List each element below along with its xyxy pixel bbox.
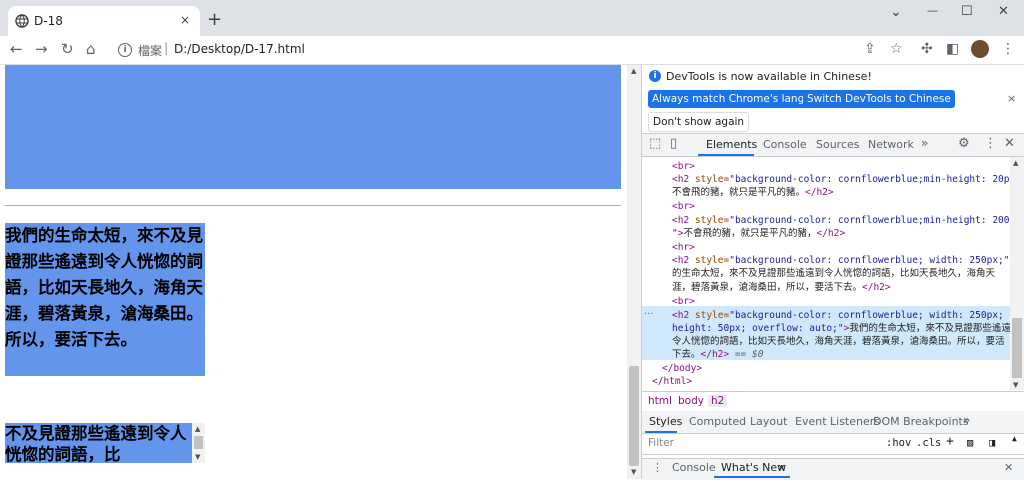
elements-scroll-up-icon[interactable]: ▲ [1013, 159, 1018, 167]
url-separator: | [164, 41, 169, 56]
tree-node: ">不會飛的豬，就只是平凡的豬，</h2> [672, 228, 846, 239]
filter-scroll-up-icon[interactable]: ▲ [1012, 434, 1017, 443]
whats-new-underline [714, 476, 790, 478]
globe-icon [15, 14, 29, 28]
dont-show-again-button[interactable]: Don't show again [648, 112, 750, 132]
tab-title: D-18 [34, 14, 63, 28]
restore-button[interactable]: ☐ [961, 4, 973, 19]
url-scheme: 檔案 [138, 44, 163, 58]
info-icon: i [649, 70, 661, 82]
menu-icon[interactable]: ⋮ [1001, 41, 1015, 57]
tree-node[interactable]: <br> [672, 160, 1010, 174]
elements-scroll-thumb[interactable] [1012, 318, 1022, 378]
devtools-menu-icon[interactable]: ⋮ [984, 136, 997, 151]
tree-node: 不會飛的豬，就只是平凡的豬。</h2> [672, 187, 834, 198]
cls-toggle[interactable]: .cls [916, 437, 941, 449]
tab-console[interactable]: Console [763, 138, 807, 151]
settings-gear-icon[interactable]: ⚙ [958, 136, 970, 151]
tab-search-icon[interactable]: ⌄ [890, 4, 902, 20]
side-panel-icon[interactable]: ◧ [946, 41, 959, 57]
minimize-button[interactable]: — [927, 4, 938, 17]
new-style-rule-icon[interactable]: + [946, 434, 954, 449]
crumb-html[interactable]: html [648, 395, 672, 407]
h2-scrollable[interactable]: 不及見證那些遙遠到令人恍惚的詞語，比 [5, 423, 192, 463]
extensions-icon[interactable]: ✣ [921, 41, 933, 57]
tab-computed[interactable]: Computed [689, 415, 746, 428]
h2-width-250: 我們的生命太短，來不及見證那些遙遠到令人恍惚的詞語，比如天長地久，海角天涯，碧落… [5, 223, 205, 376]
devtools-close-icon[interactable]: ✕ [1004, 136, 1015, 151]
tab-event-listeners[interactable]: Event Listeners [795, 415, 880, 428]
hov-toggle[interactable]: :hov [886, 437, 911, 449]
share-icon[interactable]: ⇪ [864, 41, 876, 57]
tree-node: 涯，碧落黃泉，滄海桑田，所以，要活下去。</h2> [672, 282, 891, 293]
computed-sidebar-icon[interactable]: ◨ [989, 437, 995, 449]
new-tab-button[interactable]: + [207, 9, 222, 30]
drawer-menu-icon[interactable]: ⋮ [652, 461, 663, 474]
close-window-button[interactable]: ✕ [998, 4, 1009, 19]
elements-tab-underline [698, 154, 754, 156]
page-scroll-thumb[interactable] [629, 366, 639, 466]
scroll-up-arrow-icon[interactable]: ▲ [195, 425, 200, 433]
page-scroll-down-icon[interactable]: ▼ [631, 468, 636, 476]
tab-styles[interactable]: Styles [649, 415, 682, 428]
tab-elements[interactable]: Elements [706, 138, 757, 151]
profile-avatar[interactable] [971, 40, 989, 58]
elements-tree: <br> <h2 style="background-color: cornfl… [642, 157, 1010, 390]
address-bar-url[interactable]: D:/Desktop/D-17.html [174, 42, 305, 56]
bookmark-star-icon[interactable]: ☆ [890, 41, 903, 57]
forward-icon[interactable]: → [35, 40, 48, 58]
elements-scroll-down-icon[interactable]: ▼ [1013, 381, 1018, 389]
tree-node[interactable]: </html> [652, 375, 1010, 389]
tree-node[interactable]: <h2 style="background-color: cornflowerb… [672, 214, 1010, 228]
tree-node[interactable]: </body> [662, 362, 1010, 376]
crumb-body[interactable]: body [678, 395, 704, 407]
more-tabs-icon[interactable]: » [921, 136, 928, 150]
tree-node[interactable]: <br> [672, 295, 1010, 309]
notice-text: DevTools is now available in Chinese! [666, 70, 872, 83]
switch-language-button[interactable]: Switch DevTools to Chinese [803, 90, 955, 108]
horizontal-rule [5, 205, 621, 206]
tab-layout[interactable]: Layout [750, 415, 787, 428]
tab-dom-breakpoints[interactable]: DOM Breakpoints [873, 415, 969, 428]
tree-node[interactable]: <h2 style="background-color: cornflowerb… [672, 173, 1010, 187]
tab-sources[interactable]: Sources [816, 138, 860, 151]
tab-close-icon[interactable]: × [180, 13, 190, 27]
tree-node[interactable]: <br> [672, 200, 1010, 214]
tree-node[interactable]: <h2 style="background-color: cornflowerb… [672, 254, 1010, 268]
selected-tree-node: 令人恍惚的詞語，比如天長地久，海角天涯，碧落黃泉，滄海桑田。所以，要活 [672, 336, 1005, 347]
reload-icon[interactable]: ↻ [61, 40, 74, 58]
paint-icon[interactable]: ▨ [967, 437, 973, 449]
h2-min-height-200 [5, 65, 621, 189]
inspect-element-icon[interactable]: ⬚ [649, 136, 661, 151]
site-info-icon[interactable]: i [118, 43, 132, 57]
drawer-tab-close-icon[interactable]: × [777, 461, 786, 474]
back-icon[interactable]: ← [10, 40, 23, 58]
tab-network[interactable]: Network [868, 138, 914, 151]
styles-filter-input[interactable]: Filter [648, 437, 674, 449]
page-scroll-up-icon[interactable]: ▲ [631, 67, 636, 75]
device-toolbar-icon[interactable]: ▯ [670, 136, 677, 151]
styles-tab-underline [645, 431, 677, 433]
more-style-tabs-icon[interactable]: » [963, 413, 970, 427]
home-icon[interactable]: ⌂ [86, 40, 96, 58]
scroll-down-arrow-icon[interactable]: ▼ [195, 453, 200, 461]
crumb-h2[interactable]: h2 [708, 395, 728, 407]
selected-tree-node: height: 50px; overflow: auto;">我們的生命太短，來… [672, 323, 1010, 334]
tree-node: 的生命太短，來不及見證那些遙遠到令人恍惚的詞語，比如天長地久，海角天 [672, 268, 996, 279]
selected-tree-node[interactable]: <h2 style="background-color: cornflowerb… [672, 309, 1010, 323]
tree-node[interactable]: <hr> [672, 241, 1010, 255]
drawer-tab-console[interactable]: Console [672, 461, 716, 474]
drawer-close-icon[interactable]: ✕ [1004, 461, 1013, 474]
notice-close-icon[interactable]: × [1007, 92, 1016, 105]
selected-tree-node: 下去。</h2> == $0 [672, 349, 764, 360]
h2-scroll-thumb[interactable] [194, 436, 203, 449]
